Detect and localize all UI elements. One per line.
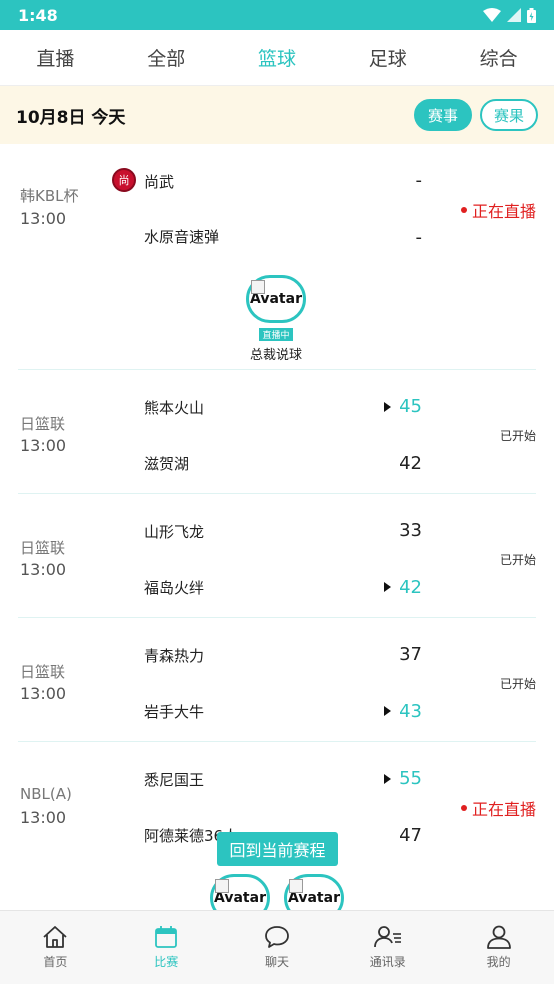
- home-icon: [43, 926, 67, 948]
- home-team: 悉尼国王: [144, 771, 205, 789]
- tab-all[interactable]: 全部: [111, 44, 222, 71]
- away-team: 岩手大牛: [144, 703, 205, 721]
- team-logo-icon: 尚: [112, 168, 136, 192]
- home-team: 熊本火山: [144, 399, 205, 417]
- match-row[interactable]: 韩KBL杯 13:00 尚 尚武 - 水原音速弹 - 正在直播 Avatar 直…: [18, 144, 536, 370]
- person-icon: [486, 925, 511, 949]
- anchor-avatar: Avatar: [246, 275, 306, 323]
- anchor-card[interactable]: Avatar: [210, 874, 270, 910]
- match-status: 已开始: [499, 553, 536, 567]
- nav-chat[interactable]: 聊天: [222, 911, 333, 984]
- league-name: 日篮联: [20, 539, 66, 557]
- away-team: 水原音速弹: [144, 228, 220, 246]
- tab-other[interactable]: 综合: [443, 44, 554, 71]
- live-dot-icon: [460, 207, 467, 213]
- home-team: 青森热力: [144, 647, 205, 665]
- league-name: 日篮联: [20, 663, 66, 681]
- tab-live[interactable]: 直播: [0, 44, 111, 71]
- nav-chat-label: 聊天: [264, 955, 289, 969]
- back-to-current-button[interactable]: 回到当前赛程: [217, 832, 338, 866]
- home-score: 45: [399, 396, 422, 417]
- home-score: -: [415, 170, 423, 191]
- date-buttons: 赛事 赛果: [413, 99, 538, 131]
- results-button[interactable]: 赛果: [479, 99, 538, 131]
- nav-home-label: 首页: [43, 955, 68, 969]
- chat-bubble-icon: [265, 926, 289, 948]
- live-status-text: 正在直播: [471, 202, 536, 221]
- home-score: 33: [399, 520, 422, 541]
- home-score: 55: [399, 768, 422, 789]
- broken-image-icon: [251, 280, 265, 294]
- nav-home[interactable]: 首页: [0, 911, 111, 984]
- status-time: 1:48: [18, 5, 58, 25]
- anchor-avatar: Avatar: [284, 874, 344, 910]
- match-time: 13:00: [20, 560, 67, 579]
- match-row[interactable]: 日篮联 13:00 熊本火山 45 滋贺湖 42 已开始: [18, 370, 536, 494]
- match-status: 已开始: [499, 429, 536, 443]
- away-score: 42: [399, 453, 422, 474]
- nav-matches-label: 比赛: [154, 955, 179, 969]
- anchor-card[interactable]: Avatar 直播中 总裁说球: [246, 275, 306, 363]
- play-icon: [384, 402, 391, 412]
- play-icon: [384, 582, 391, 592]
- date-label: 10月8日 今天: [16, 107, 126, 128]
- away-team: 福岛火绊: [144, 579, 205, 597]
- play-icon: [384, 706, 391, 716]
- live-dot-icon: [460, 805, 467, 811]
- away-score: 43: [399, 701, 422, 722]
- home-team: 尚武: [144, 173, 175, 191]
- match-row[interactable]: 日篮联 13:00 青森热力 37 岩手大牛 43 已开始: [18, 618, 536, 742]
- status-bar: 1:48: [0, 0, 554, 30]
- broken-image-icon: [215, 879, 229, 893]
- signal-icon: [507, 8, 521, 22]
- home-score: 37: [399, 644, 422, 665]
- match-time: 13:00: [20, 808, 67, 827]
- anchor-avatar: Avatar: [210, 874, 270, 910]
- league-name: 日篮联: [20, 415, 66, 433]
- anchor-name: 总裁说球: [249, 348, 302, 363]
- live-tag: 直播中: [259, 328, 293, 341]
- broken-image-icon: [289, 879, 303, 893]
- live-status: 正在直播: [460, 796, 536, 820]
- status-icons: [483, 7, 536, 23]
- battery-icon: [527, 7, 536, 23]
- match-time: 13:00: [20, 684, 67, 703]
- tab-football[interactable]: 足球: [332, 44, 443, 71]
- away-team: 滋贺湖: [144, 455, 190, 473]
- category-tabs: 直播 全部 篮球 足球 综合: [0, 30, 554, 86]
- away-score: 42: [399, 577, 422, 598]
- away-score: -: [415, 227, 423, 248]
- anchor-card[interactable]: Avatar: [284, 874, 344, 910]
- events-button[interactable]: 赛事: [413, 99, 472, 131]
- away-score: 47: [399, 825, 422, 846]
- match-row[interactable]: 日篮联 13:00 山形飞龙 33 福岛火绊 42 已开始: [18, 494, 536, 618]
- nav-contacts-label: 通讯录: [369, 955, 406, 969]
- tab-basketball[interactable]: 篮球: [222, 44, 333, 71]
- match-time: 13:00: [20, 209, 67, 228]
- nav-contacts[interactable]: 通讯录: [332, 911, 443, 984]
- match-status: 已开始: [499, 677, 536, 691]
- match-list[interactable]: 韩KBL杯 13:00 尚 尚武 - 水原音速弹 - 正在直播 Avatar 直…: [0, 144, 554, 910]
- match-time: 13:00: [20, 436, 67, 455]
- contacts-icon: [373, 926, 401, 948]
- nav-profile[interactable]: 我的: [443, 911, 554, 984]
- league-name: 韩KBL杯: [20, 187, 79, 205]
- nav-profile-label: 我的: [486, 955, 511, 969]
- date-bar: 10月8日 今天 赛事 赛果: [0, 86, 554, 144]
- bottom-nav: 首页 比赛 聊天 通讯录 我的: [0, 910, 554, 984]
- home-team: 山形飞龙: [144, 523, 205, 541]
- calendar-icon: [155, 926, 178, 948]
- live-status-text: 正在直播: [471, 800, 536, 819]
- live-status: 正在直播: [460, 198, 536, 222]
- nav-matches[interactable]: 比赛: [111, 911, 222, 984]
- match-row[interactable]: NBL(A) 13:00 悉尼国王 55 阿德莱德36人 47 正在直播 Ava…: [18, 742, 536, 910]
- play-icon: [384, 774, 391, 784]
- wifi-icon: [483, 8, 501, 22]
- league-name: NBL(A): [20, 785, 72, 803]
